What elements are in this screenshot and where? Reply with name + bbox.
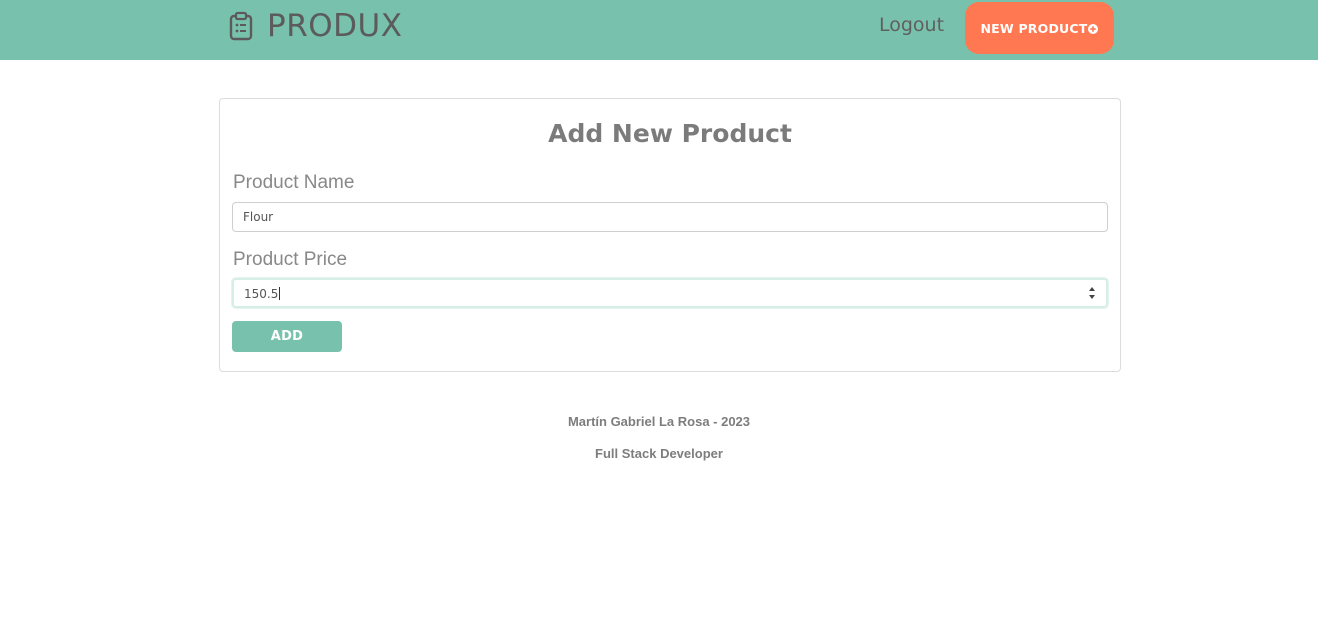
- product-name-label: Product Name: [233, 172, 355, 193]
- add-product-card: Add New Product Product Name Flour Produ…: [219, 98, 1121, 372]
- logout-link[interactable]: Logout: [879, 12, 944, 38]
- footer-role: Full Stack Developer: [595, 446, 723, 461]
- new-product-button[interactable]: NEW PRODUCT: [965, 2, 1114, 54]
- footer-author: Martín Gabriel La Rosa - 2023: [567, 414, 751, 429]
- navbar: PRODUX Logout NEW PRODUCT: [0, 0, 1318, 60]
- plus-circle-icon: [1088, 24, 1099, 34]
- brand[interactable]: PRODUX: [229, 8, 402, 44]
- number-spinner-icon[interactable]: [1088, 286, 1096, 300]
- product-price-label: Product Price: [233, 249, 348, 270]
- brand-title: PRODUX: [267, 8, 403, 44]
- product-price-value: 150.5: [244, 287, 279, 301]
- product-name-input[interactable]: Flour: [232, 202, 1108, 232]
- product-price-input[interactable]: 150.5: [232, 278, 1108, 308]
- text-cursor: [279, 287, 281, 300]
- new-product-label: NEW PRODUCT: [980, 20, 1088, 36]
- form-title: Add New Product: [548, 119, 792, 148]
- add-button[interactable]: ADD: [232, 321, 342, 352]
- clipboard-list-icon: [229, 11, 253, 41]
- product-name-value: Flour: [243, 210, 274, 224]
